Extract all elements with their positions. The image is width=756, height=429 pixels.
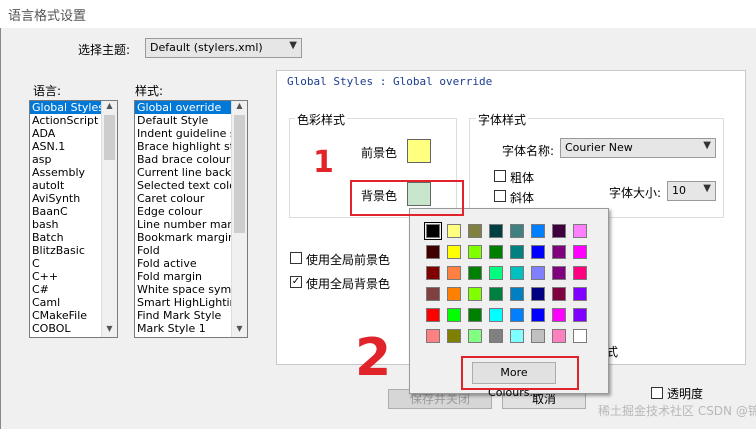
panel-header: Global Styles : Global override [287,75,493,88]
theme-label: 选择主题: [78,43,131,57]
language-scrollbar[interactable]: ▲ ▼ [101,101,117,337]
palette-color-cell[interactable] [573,308,587,322]
global-background-checkbox[interactable]: ✓ [290,276,302,288]
palette-color-cell[interactable] [573,287,587,301]
global-foreground-checkbox[interactable] [290,252,302,264]
palette-color-cell[interactable] [489,266,503,280]
palette-color-cell[interactable] [552,287,566,301]
font-size-value: 10 [672,184,686,197]
font-style-title: 字体样式 [476,111,529,128]
font-size-label: 字体大小: [609,186,662,200]
palette-color-cell[interactable] [489,245,503,259]
palette-color-cell[interactable] [531,266,545,280]
annotation-number-two: 2 [355,328,392,388]
language-list[interactable]: Global Styles ActionScript ADA ASN.1 asp Asse… [29,100,118,338]
annotation-box-background [350,180,464,216]
palette-color-cell[interactable] [552,224,566,238]
colour-style-title: 色彩样式 [295,111,348,128]
style-scrollbar[interactable]: ▲ ▼ [231,101,247,337]
font-style-group [469,118,724,218]
palette-color-cell[interactable] [447,266,461,280]
palette-color-cell[interactable] [531,308,545,322]
palette-color-cell[interactable] [447,224,461,238]
palette-color-cell[interactable] [531,224,545,238]
global-background-label: 使用全局背景色 [306,277,391,291]
palette-color-cell[interactable] [510,224,524,238]
palette-color-cell[interactable] [552,329,566,343]
bold-label: 粗体 [510,171,535,185]
scroll-down-icon[interactable]: ▼ [232,324,247,337]
style-label: 样式: [135,84,164,98]
transparency-label: 透明度 [667,387,704,401]
foreground-label: 前景色 [361,146,398,160]
annotation-box-more-colours [461,356,579,390]
chevron-down-icon: ▼ [703,183,711,194]
font-name-label: 字体名称: [502,144,555,158]
palette-color-cell[interactable] [531,329,545,343]
palette-color-cell[interactable] [426,245,440,259]
chevron-down-icon: ▼ [289,40,297,51]
palette-color-cell[interactable] [489,308,503,322]
watermark: 稀土掘金技术社区 CSDN @锦瑟 [598,404,756,418]
scroll-up-icon[interactable]: ▲ [232,101,247,114]
annotation-number-one: 1 [313,145,334,180]
palette-color-cell[interactable] [468,308,482,322]
palette-color-cell[interactable] [447,245,461,259]
palette-color-cell[interactable] [510,245,524,259]
italic-label: 斜体 [510,191,535,205]
color-palette [424,222,598,349]
palette-color-cell[interactable] [510,329,524,343]
palette-color-cell[interactable] [468,329,482,343]
palette-color-cell[interactable] [468,287,482,301]
palette-color-cell[interactable] [531,287,545,301]
palette-color-cell[interactable] [510,266,524,280]
palette-color-cell[interactable] [573,266,587,280]
transparency-checkbox[interactable] [651,387,663,399]
palette-color-cell[interactable] [510,287,524,301]
palette-color-cell[interactable] [424,222,442,240]
palette-color-cell[interactable] [573,329,587,343]
theme-select-value: Default (stylers.xml) [150,41,263,54]
language-label: 语言: [33,84,62,98]
palette-color-cell[interactable] [531,245,545,259]
scroll-up-icon[interactable]: ▲ [102,101,117,114]
palette-color-cell[interactable] [447,287,461,301]
palette-color-cell[interactable] [573,224,587,238]
palette-color-cell[interactable] [552,308,566,322]
scroll-down-icon[interactable]: ▼ [102,324,117,337]
palette-color-cell[interactable] [468,266,482,280]
scroll-thumb[interactable] [234,115,245,233]
scroll-thumb[interactable] [104,115,115,160]
palette-color-cell[interactable] [489,329,503,343]
title-bar: 语言格式设置 [0,0,756,28]
foreground-color-swatch[interactable] [407,139,431,163]
palette-color-cell[interactable] [426,287,440,301]
palette-color-cell[interactable] [552,245,566,259]
palette-color-cell[interactable] [573,245,587,259]
palette-color-cell[interactable] [447,308,461,322]
palette-color-cell[interactable] [552,266,566,280]
style-list[interactable]: Global override Default Style Indent guide… [134,100,248,338]
window-title: 语言格式设置 [8,9,87,24]
theme-select[interactable]: Default (stylers.xml) ▼ [145,38,302,58]
palette-color-cell[interactable] [468,245,482,259]
global-foreground-label: 使用全局前景色 [306,253,391,267]
palette-color-cell[interactable] [447,329,461,343]
italic-checkbox[interactable] [494,190,506,202]
font-name-select[interactable]: Courier New ▼ [560,138,716,158]
palette-color-cell[interactable] [510,308,524,322]
palette-color-cell[interactable] [426,329,440,343]
palette-color-cell[interactable] [489,224,503,238]
palette-color-cell[interactable] [489,287,503,301]
palette-color-cell[interactable] [426,308,440,322]
font-name-value: Courier New [565,141,633,154]
palette-color-cell[interactable] [426,266,440,280]
bold-checkbox[interactable] [494,170,506,182]
font-size-select[interactable]: 10 ▼ [667,181,716,201]
palette-color-cell[interactable] [468,224,482,238]
chevron-down-icon: ▼ [703,140,711,151]
